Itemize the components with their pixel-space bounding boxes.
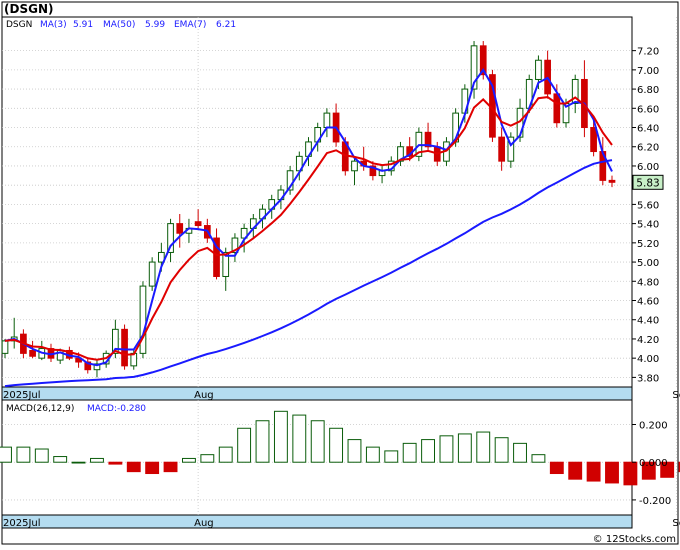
candle-body <box>553 93 561 124</box>
macd-tick-label: 0.200 <box>639 421 668 432</box>
price-date-band <box>1 386 633 401</box>
candle-body <box>498 136 505 162</box>
macd-tick-label: -0.200 <box>639 496 671 507</box>
macd-bar-positive <box>531 454 546 463</box>
candle-body <box>323 112 331 129</box>
candle-body <box>121 328 128 367</box>
macd-bar-positive <box>347 439 362 463</box>
candle-body <box>1 340 9 354</box>
price-tick-label: 5.00 <box>637 258 659 269</box>
price-tick-label: 6.80 <box>637 85 659 96</box>
price-tick-label: 6.00 <box>637 162 659 173</box>
macd-bar-positive <box>273 410 288 463</box>
chart-title: (DSGN) <box>4 2 53 16</box>
price-tick-label: 5.60 <box>637 200 659 211</box>
candle-body <box>176 223 184 234</box>
month-label: Aug <box>194 390 214 401</box>
candle-up <box>148 257 156 291</box>
month-label: Aug <box>194 518 214 529</box>
month-label: 2025Jul <box>3 518 41 529</box>
candle-up <box>139 281 147 359</box>
macd-bar-positive <box>310 420 325 463</box>
candle-body <box>535 59 542 80</box>
price-tick-label: 7.20 <box>637 47 659 58</box>
macd-bar-positive <box>200 454 215 463</box>
chart-svg: 3.80 4.00 4.20 4.40 4.60 4.80 5.00 5.20 5.40 5.60… <box>0 1 680 545</box>
last-price-badge: 5.83 <box>632 174 664 190</box>
price-tick-label: 4.60 <box>637 297 659 308</box>
candle-body <box>194 221 202 227</box>
macd-bar-negative <box>145 461 160 475</box>
legend-ma50-value: 5.99 <box>145 20 165 30</box>
y-axis-ticks: 3.80 4.00 4.20 4.40 4.60 4.80 5.00 5.20 5.40 5.60… <box>632 47 671 507</box>
price-tick-label: 4.40 <box>637 316 659 327</box>
macd-bar-negative <box>586 461 601 482</box>
macd-bar-positive <box>292 414 307 463</box>
price-tick-label: 5.20 <box>637 239 659 250</box>
price-tick-label: 4.20 <box>637 335 659 346</box>
macd-bar-positive <box>0 446 12 463</box>
macd-params: MACD(26,12,9) <box>6 404 74 414</box>
macd-bar-positive <box>365 446 380 463</box>
month-label: Sep <box>672 518 680 529</box>
watermark: © 12Stocks.com <box>593 534 676 545</box>
macd-bar-positive <box>218 446 233 463</box>
candle-down <box>121 324 128 370</box>
price-tick-label: 7.00 <box>637 66 659 77</box>
price-tick-label: 4.80 <box>637 277 659 288</box>
macd-bar-positive <box>513 442 527 463</box>
legend-ema7: EMA(7) <box>174 20 206 30</box>
legend-symbol: DSGN <box>6 20 32 30</box>
candle-body <box>351 160 358 172</box>
macd-bar-negative <box>623 461 638 486</box>
price-tick-label: 3.80 <box>637 373 659 384</box>
macd-bar-positive <box>421 439 435 463</box>
macd-bar-negative <box>568 461 583 480</box>
macd-bar-positive <box>237 427 252 463</box>
legend-ma3: MA(3) <box>40 20 67 30</box>
macd-bar-positive <box>255 420 270 463</box>
candle-body <box>139 285 147 354</box>
macd-bar-positive <box>34 448 49 463</box>
candle-body <box>148 261 156 287</box>
macd-bar-positive <box>494 437 509 463</box>
candle-body <box>29 349 36 357</box>
legend-ema7-value: 6.21 <box>216 20 236 30</box>
macd-bar-positive <box>182 457 196 463</box>
macd-tick-label: 0.000 <box>639 458 668 469</box>
macd-bar-negative <box>605 461 619 484</box>
macd-value: MACD:-0.280 <box>87 404 146 414</box>
macd-date-band <box>1 514 633 529</box>
legend-ma50: MA(50) <box>103 20 135 30</box>
price-tick-label: 6.40 <box>637 124 659 135</box>
macd-bar-negative <box>126 461 141 473</box>
candle-body <box>608 179 616 183</box>
macd-bar-positive <box>16 446 31 463</box>
macd-bar-positive <box>384 450 399 463</box>
price-tick-label: 6.20 <box>637 143 659 154</box>
macd-bar-negative <box>549 461 564 475</box>
month-label: 2025Jul <box>3 390 41 401</box>
macd-bar-positive <box>457 433 472 463</box>
macd-bar-positive <box>439 435 454 463</box>
price-tick-label: 6.60 <box>637 104 659 115</box>
macd-bar-positive <box>329 427 344 463</box>
macd-bar-negative <box>163 461 178 473</box>
price-tick-label: 4.00 <box>637 354 659 365</box>
macd-bar-positive <box>402 442 417 463</box>
macd-bar-positive <box>476 431 491 463</box>
macd-bar-positive <box>53 456 68 463</box>
legend-ma3-value: 5.91 <box>73 20 93 30</box>
month-label: Sep <box>672 390 680 401</box>
macd-bar-positive <box>90 457 104 463</box>
candle-body <box>590 127 597 153</box>
macd-bar-negative <box>108 461 123 465</box>
price-legend: DSGN MA(3) 5.91 MA(50) 5.99 EMA(7) 6.21 <box>6 20 236 30</box>
stock-chart-page: 3.80 4.00 4.20 4.40 4.60 4.80 5.00 5.20 5.40 5.60… <box>0 0 680 546</box>
macd-bar-positive <box>71 461 86 464</box>
price-tick-label: 5.40 <box>637 220 659 231</box>
last-price-value: 5.83 <box>636 177 659 189</box>
